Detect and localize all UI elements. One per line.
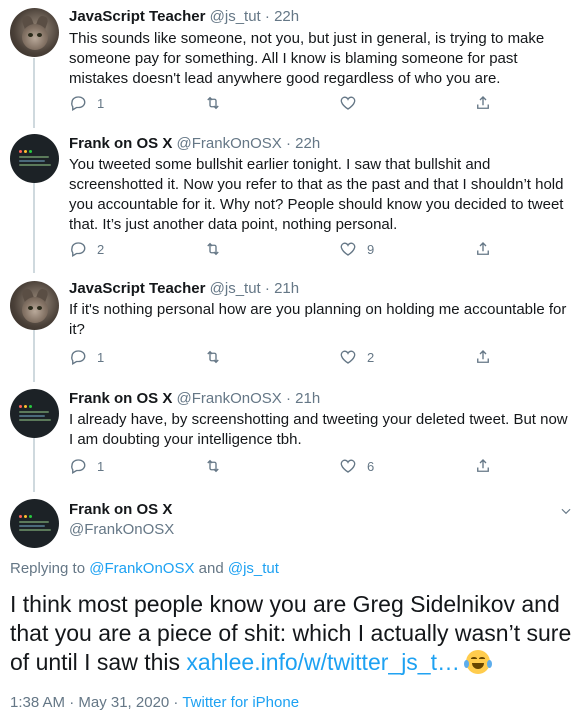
like-count: 9 bbox=[367, 241, 375, 257]
source-link[interactable]: Twitter for iPhone bbox=[182, 694, 299, 711]
heart-icon bbox=[340, 459, 356, 473]
heart-icon bbox=[340, 96, 356, 110]
mention-link[interactable]: @FrankOnOSX bbox=[89, 560, 194, 577]
tweet[interactable]: Frank on OS X @FrankOnOSX · 21h I alread… bbox=[0, 383, 587, 493]
retweet-icon bbox=[207, 459, 219, 473]
reply-count: 1 bbox=[97, 349, 105, 365]
author-handle[interactable]: @FrankOnOSX bbox=[69, 520, 174, 540]
author-handle[interactable]: @js_tut bbox=[210, 8, 261, 25]
replying-to: Replying to @FrankOnOSX and @js_tut bbox=[10, 560, 279, 577]
share-icon bbox=[477, 96, 489, 109]
retweet-button[interactable] bbox=[204, 347, 222, 367]
reply-count: 1 bbox=[97, 95, 105, 111]
author-name[interactable]: JavaScript Teacher bbox=[69, 280, 205, 297]
tweet-time[interactable]: · 22h bbox=[286, 135, 320, 152]
reply-icon bbox=[71, 242, 86, 257]
chevron-down-icon[interactable] bbox=[559, 504, 573, 518]
author-handle[interactable]: @js_tut bbox=[210, 280, 261, 297]
heart-icon bbox=[340, 242, 356, 256]
author-name[interactable]: Frank on OS X bbox=[69, 390, 172, 407]
reply-button[interactable]: 1 bbox=[69, 456, 104, 476]
face-with-tears-of-joy-icon bbox=[464, 650, 492, 674]
share-icon bbox=[477, 459, 489, 472]
share-button[interactable] bbox=[474, 93, 492, 113]
like-button[interactable] bbox=[339, 93, 357, 113]
author-handle[interactable]: @FrankOnOSX bbox=[177, 390, 282, 407]
tweet-text: You tweeted some bullshit earlier tonigh… bbox=[69, 156, 564, 233]
author-handle[interactable]: @FrankOnOSX bbox=[177, 135, 282, 152]
avatar[interactable] bbox=[10, 389, 59, 438]
retweet-icon bbox=[207, 350, 219, 364]
retweet-button[interactable] bbox=[204, 239, 222, 259]
retweet-icon bbox=[207, 242, 219, 256]
reply-button[interactable]: 2 bbox=[69, 239, 104, 259]
retweet-button[interactable] bbox=[204, 93, 222, 113]
tweet-meta: 1:38 AM · May 31, 2020 · Twitter for iPh… bbox=[10, 694, 299, 711]
share-icon bbox=[477, 242, 489, 255]
share-button[interactable] bbox=[474, 347, 492, 367]
url-link[interactable]: xahlee.info/w/twitter_js_t… bbox=[186, 649, 460, 675]
reply-icon bbox=[71, 96, 86, 111]
author-name[interactable]: Frank on OS X bbox=[69, 500, 174, 520]
tweet-text: If it's nothing personal how are you pla… bbox=[69, 301, 567, 338]
share-button[interactable] bbox=[474, 239, 492, 259]
avatar[interactable] bbox=[10, 499, 59, 548]
tweet-time[interactable]: · 21h bbox=[265, 280, 299, 297]
reply-count: 2 bbox=[97, 241, 105, 257]
tweet-text: This sounds like someone, not you, but j… bbox=[69, 30, 545, 87]
like-button[interactable]: 9 bbox=[339, 239, 374, 259]
avatar[interactable] bbox=[10, 281, 59, 330]
share-icon bbox=[477, 350, 489, 363]
author-name[interactable]: JavaScript Teacher bbox=[69, 8, 205, 25]
like-button[interactable]: 6 bbox=[339, 456, 374, 476]
retweet-button[interactable] bbox=[204, 456, 222, 476]
like-button[interactable]: 2 bbox=[339, 347, 374, 367]
tweet-text: I already have, by screenshotting and tw… bbox=[69, 411, 568, 448]
reply-icon bbox=[71, 459, 86, 474]
heart-icon bbox=[340, 350, 356, 364]
reply-count: 1 bbox=[97, 458, 105, 474]
like-count: 2 bbox=[367, 349, 375, 365]
like-count: 6 bbox=[367, 458, 375, 474]
mention-link[interactable]: @js_tut bbox=[228, 560, 279, 577]
author-name[interactable]: Frank on OS X bbox=[69, 135, 172, 152]
tweet-time[interactable]: · 22h bbox=[265, 8, 299, 25]
tweet[interactable]: JavaScript Teacher @js_tut · 22h This so… bbox=[0, 0, 587, 128]
replying-and: and bbox=[194, 560, 228, 577]
retweet-icon bbox=[207, 96, 219, 110]
tweet-time[interactable]: · 21h bbox=[286, 390, 320, 407]
avatar[interactable] bbox=[10, 8, 59, 57]
share-button[interactable] bbox=[474, 456, 492, 476]
tweet[interactable]: JavaScript Teacher @js_tut · 21h If it's… bbox=[0, 273, 587, 383]
avatar[interactable] bbox=[10, 134, 59, 183]
reply-button[interactable]: 1 bbox=[69, 93, 104, 113]
reply-icon bbox=[71, 350, 86, 365]
reply-button[interactable]: 1 bbox=[69, 347, 104, 367]
replying-prefix: Replying to bbox=[10, 560, 90, 577]
timestamp[interactable]: 1:38 AM · May 31, 2020 · bbox=[10, 694, 182, 711]
main-tweet-text: I think most people know you are Greg Si… bbox=[10, 590, 580, 677]
tweet[interactable]: Frank on OS X @FrankOnOSX · 22h You twee… bbox=[0, 128, 587, 273]
